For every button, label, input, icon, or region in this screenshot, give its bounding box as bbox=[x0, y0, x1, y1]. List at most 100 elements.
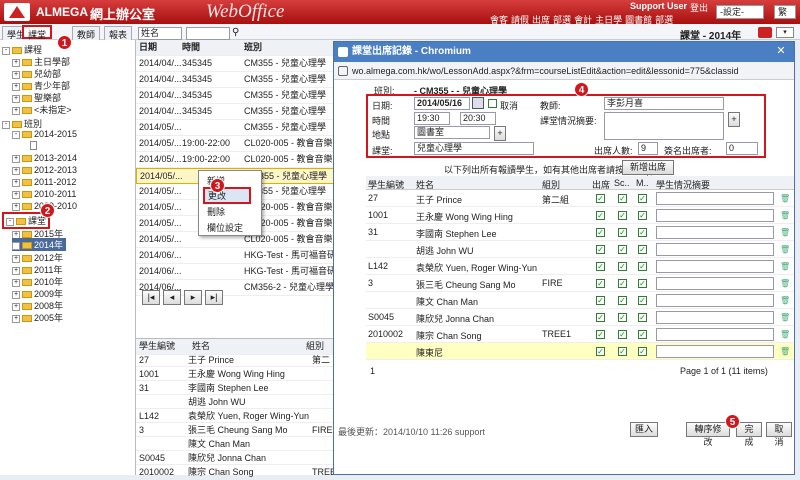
tab-teachers[interactable]: 教師 bbox=[72, 26, 101, 40]
sc-checkbox[interactable]: ✓ bbox=[618, 279, 627, 288]
m-checkbox[interactable]: ✓ bbox=[638, 245, 647, 254]
menu-item-column-settings[interactable]: 欄位設定 bbox=[207, 221, 243, 234]
attend-checkbox[interactable]: ✓ bbox=[596, 245, 605, 254]
time-to-select[interactable]: 20:30 bbox=[460, 112, 496, 125]
table-row[interactable]: 2014/05/... 19:00-22:00 CL020-005 - 教會音樂崇 bbox=[136, 136, 342, 152]
attendance-row[interactable]: 27 王子 Prince 第二組 ✓ ✓ ✓ 🗑 bbox=[366, 190, 794, 207]
filter-field-select[interactable]: 姓名 bbox=[138, 27, 182, 40]
filter-input[interactable] bbox=[186, 27, 230, 40]
tree-node[interactable]: +2012-2013 bbox=[12, 165, 77, 175]
delete-icon[interactable]: 🗑 bbox=[780, 262, 790, 271]
attendance-row[interactable]: 3 張三毛 Cheung Sang Mo FIRE ✓ ✓ ✓ 🗑 bbox=[366, 275, 794, 292]
attendance-row[interactable]: 31 李國南 Stephen Lee ✓ ✓ ✓ 🗑 bbox=[366, 224, 794, 241]
attend-checkbox[interactable]: ✓ bbox=[596, 262, 605, 271]
table-row[interactable]: 1001 王永慶 Wong Wing Hing bbox=[136, 367, 336, 381]
delete-icon[interactable]: 🗑 bbox=[780, 211, 790, 220]
sc-checkbox[interactable]: ✓ bbox=[618, 194, 627, 203]
m-checkbox[interactable]: ✓ bbox=[638, 347, 647, 356]
lesson-input[interactable]: 兒童心理學 bbox=[414, 142, 534, 155]
attend-checkbox[interactable]: ✓ bbox=[596, 211, 605, 220]
next-page-button[interactable]: ▸ bbox=[184, 290, 202, 305]
tree-node[interactable]: +2010-2011 bbox=[12, 189, 76, 199]
time-from-select[interactable]: 19:30 bbox=[414, 112, 450, 125]
m-checkbox[interactable]: ✓ bbox=[638, 330, 647, 339]
table-row[interactable]: 31 李國南 Stephen Lee bbox=[136, 381, 336, 395]
delete-icon[interactable]: 🗑 bbox=[780, 245, 790, 254]
student-summary-input[interactable] bbox=[656, 243, 774, 256]
m-checkbox[interactable]: ✓ bbox=[638, 313, 647, 322]
pdf-icon[interactable] bbox=[758, 27, 772, 38]
student-summary-input[interactable] bbox=[656, 277, 774, 290]
attend-checkbox[interactable]: ✓ bbox=[596, 279, 605, 288]
delete-icon[interactable]: 🗑 bbox=[780, 194, 790, 203]
table-row[interactable]: L142 袁榮欣 Yuen, Roger Wing-Yun bbox=[136, 409, 336, 423]
settings-select[interactable]: -設定- bbox=[716, 5, 764, 19]
sc-checkbox[interactable]: ✓ bbox=[618, 296, 627, 305]
student-summary-input[interactable] bbox=[656, 328, 774, 341]
reorder-button[interactable]: 轉序修改 bbox=[686, 422, 730, 447]
attendance-row[interactable]: 2010002 陳宗 Chan Song TREE1 ✓ ✓ ✓ 🗑 bbox=[366, 326, 794, 343]
table-row[interactable]: 2014/04/... 345345 CM355 - 兒童心理學 bbox=[136, 104, 336, 120]
student-summary-input[interactable] bbox=[656, 345, 774, 358]
sc-checkbox[interactable]: ✓ bbox=[618, 313, 627, 322]
tree-node[interactable]: +2005年 bbox=[12, 311, 63, 324]
dropdown-icon[interactable]: ▾ bbox=[776, 27, 794, 38]
new-attendee-button[interactable]: 新增出席者 bbox=[622, 160, 674, 185]
table-row[interactable]: 2014/06/... HKG-Test - 馬可福音研 bbox=[136, 248, 336, 264]
delete-icon[interactable]: 🗑 bbox=[780, 228, 790, 237]
sc-checkbox[interactable]: ✓ bbox=[618, 211, 627, 220]
cancel-checkbox[interactable] bbox=[488, 99, 497, 108]
attend-checkbox[interactable]: ✓ bbox=[596, 194, 605, 203]
student-summary-input[interactable] bbox=[656, 260, 774, 273]
table-row[interactable]: 2014/05/... 19:00-22:00 CL020-005 - 教會音樂崇 bbox=[136, 152, 342, 168]
m-checkbox[interactable]: ✓ bbox=[638, 296, 647, 305]
cancel-button[interactable]: 取消 bbox=[766, 422, 792, 447]
delete-icon[interactable]: 🗑 bbox=[780, 296, 790, 305]
tree-node[interactable]: + <未指定> bbox=[12, 103, 72, 116]
attendance-row[interactable]: 陳文 Chan Man ✓ ✓ ✓ 🗑 bbox=[366, 292, 794, 309]
place-add-button[interactable]: + bbox=[494, 126, 506, 141]
student-summary-input[interactable] bbox=[656, 311, 774, 324]
attendance-row[interactable]: L142 袁榮欣 Yuen, Roger Wing-Yun ✓ ✓ ✓ 🗑 bbox=[366, 258, 794, 275]
sc-checkbox[interactable]: ✓ bbox=[618, 228, 627, 237]
sc-checkbox[interactable]: ✓ bbox=[618, 330, 627, 339]
first-page-button[interactable]: |◂ bbox=[142, 290, 160, 305]
tree-node[interactable]: +2011-2012 bbox=[12, 177, 76, 187]
tab-reports[interactable]: 報表 bbox=[104, 26, 133, 40]
m-checkbox[interactable]: ✓ bbox=[638, 279, 647, 288]
attendance-row[interactable]: 陳東尼 ✓ ✓ ✓ 🗑 bbox=[366, 343, 794, 360]
delete-icon[interactable]: 🗑 bbox=[780, 330, 790, 339]
m-checkbox[interactable]: ✓ bbox=[638, 228, 647, 237]
m-checkbox[interactable]: ✓ bbox=[638, 211, 647, 220]
attend-checkbox[interactable]: ✓ bbox=[596, 296, 605, 305]
table-row[interactable]: 27 王子 Prince 第二 bbox=[136, 353, 336, 367]
attendance-row[interactable]: 1001 王永慶 Wong Wing Hing ✓ ✓ ✓ 🗑 bbox=[366, 207, 794, 224]
logout-link[interactable]: 登出 bbox=[690, 1, 708, 14]
date-input[interactable]: 2014/05/16 bbox=[414, 97, 470, 110]
last-page-button[interactable]: ▸| bbox=[205, 290, 223, 305]
attend-checkbox[interactable]: ✓ bbox=[596, 228, 605, 237]
prev-page-button[interactable]: ◂ bbox=[163, 290, 181, 305]
sc-checkbox[interactable]: ✓ bbox=[618, 262, 627, 271]
tree-node-selected[interactable]: +2014年 bbox=[12, 238, 67, 251]
m-checkbox[interactable]: ✓ bbox=[638, 194, 647, 203]
place-select[interactable]: 圖書室 bbox=[414, 126, 490, 139]
table-row[interactable]: 2014/04/... 345345 CM355 - 兒童心理學 bbox=[136, 88, 336, 104]
table-row[interactable]: S0045 陳欣兒 Jonna Chan bbox=[136, 451, 336, 465]
delete-icon[interactable]: 🗑 bbox=[780, 347, 790, 356]
student-summary-input[interactable] bbox=[656, 226, 774, 239]
close-icon[interactable]: ✕ bbox=[774, 45, 788, 58]
table-row[interactable]: 2014/04/... 345345 CM355 - 兒童心理學 bbox=[136, 56, 336, 72]
attendance-row[interactable]: 胡逃 John WU ✓ ✓ ✓ 🗑 bbox=[366, 241, 794, 258]
tree-node[interactable]: -2014-2015 bbox=[12, 129, 77, 139]
attend-checkbox[interactable]: ✓ bbox=[596, 347, 605, 356]
teacher-input[interactable]: 李彭月喜 bbox=[604, 97, 724, 110]
table-row[interactable]: 3 張三毛 Cheung Sang Mo FIRE bbox=[136, 423, 336, 437]
tree-node[interactable]: +2013-2014 bbox=[12, 153, 77, 163]
sc-checkbox[interactable]: ✓ bbox=[618, 245, 627, 254]
summary-expand-button[interactable]: + bbox=[728, 112, 740, 127]
student-summary-input[interactable] bbox=[656, 294, 774, 307]
attendance-row[interactable]: S0045 陳欣兒 Jonna Chan ✓ ✓ ✓ 🗑 bbox=[366, 309, 794, 326]
student-summary-input[interactable] bbox=[656, 209, 774, 222]
attend-count-input[interactable]: 9 bbox=[638, 142, 658, 155]
